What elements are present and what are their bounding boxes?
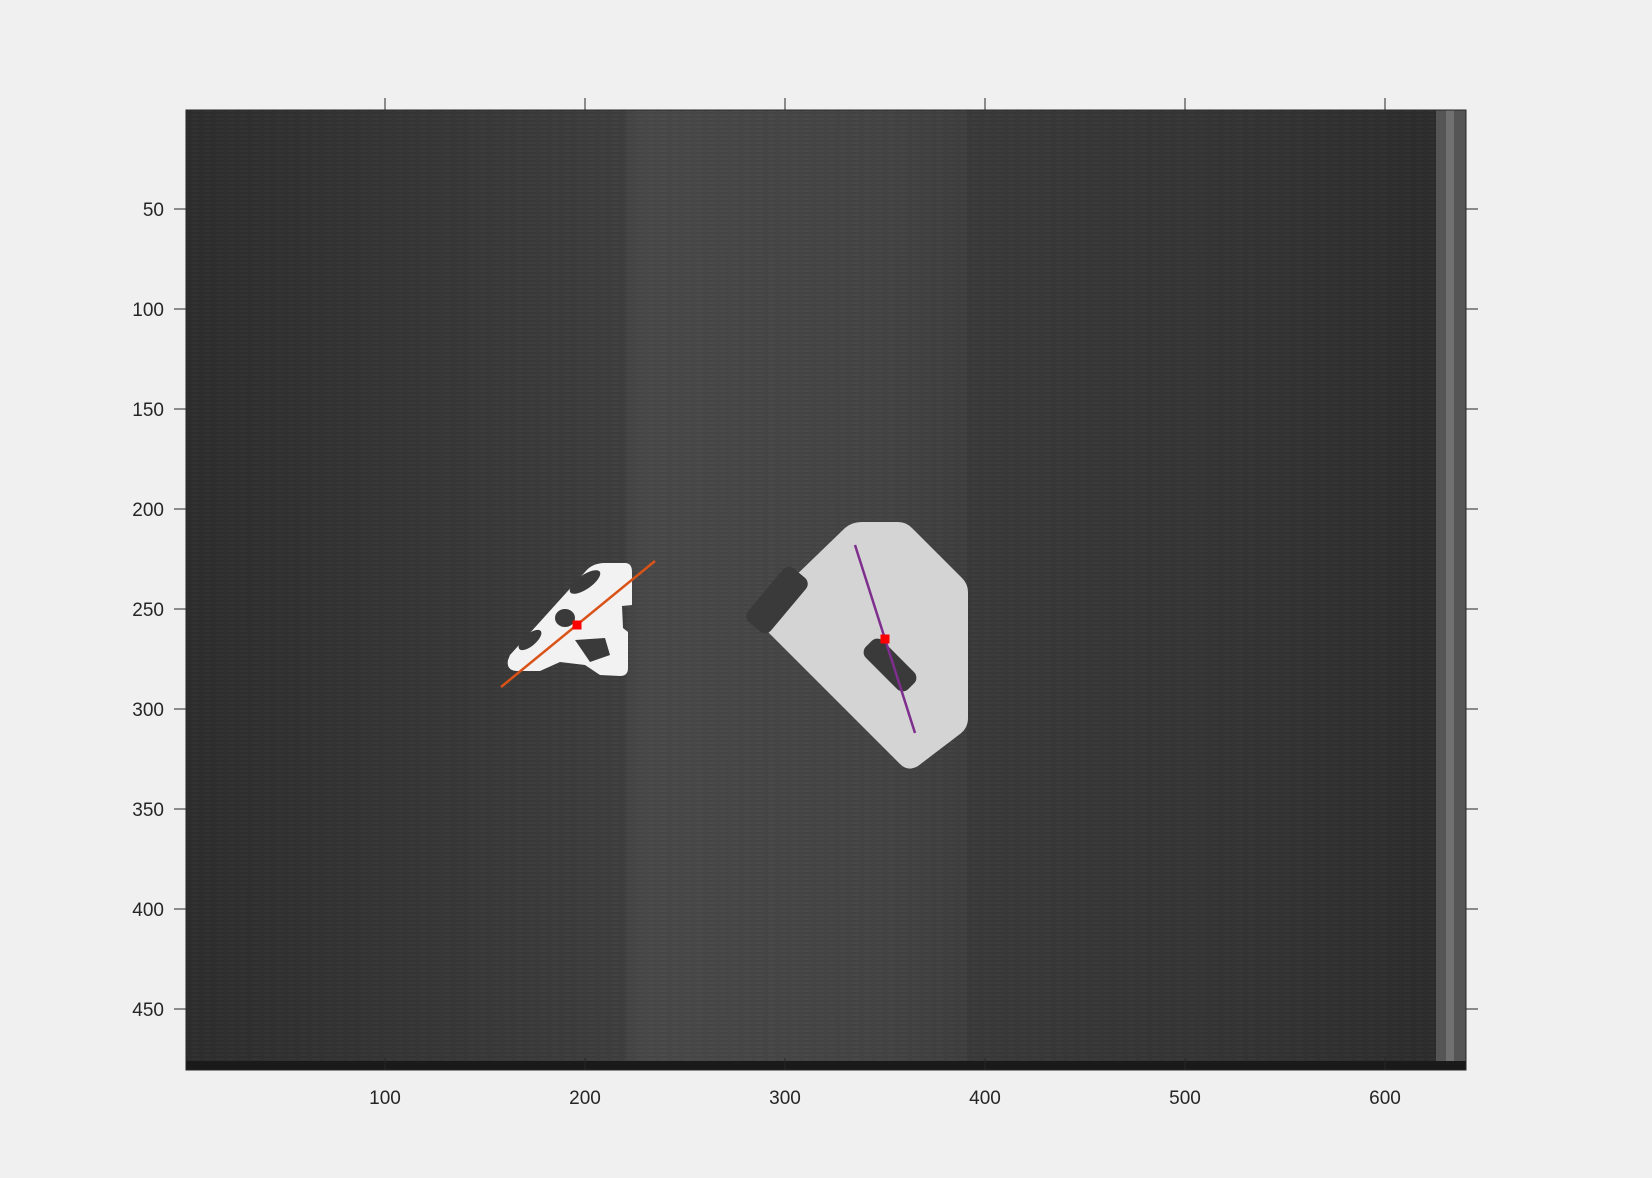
bottom-edge: [186, 1061, 1466, 1070]
x-tick-label: 300: [769, 1088, 801, 1109]
x-tick-label: 500: [1169, 1088, 1201, 1109]
figure: 100 200 300 400 500 600 50 100 150 200 250 300 350 4…: [132, 98, 1478, 1109]
edge-strip-highlight: [1446, 110, 1454, 1070]
centroid-marker: [880, 634, 890, 644]
x-tick-label: 600: [1369, 1088, 1401, 1109]
x-tick-label: 200: [569, 1088, 601, 1109]
y-tick-label: 450: [132, 1000, 164, 1021]
y-tick-label: 400: [132, 900, 164, 921]
centroid-marker: [572, 620, 582, 630]
y-tick-label: 100: [132, 300, 164, 321]
y-tick-label: 300: [132, 700, 164, 721]
y-tick-label: 200: [132, 500, 164, 521]
x-tick-label: 100: [369, 1088, 401, 1109]
y-tick-label: 350: [132, 800, 164, 821]
y-tick-label: 250: [132, 600, 164, 621]
image-axes: [186, 110, 1466, 1070]
x-tick-label: 400: [969, 1088, 1001, 1109]
y-tick-label: 50: [143, 200, 164, 221]
y-tick-label: 150: [132, 400, 164, 421]
